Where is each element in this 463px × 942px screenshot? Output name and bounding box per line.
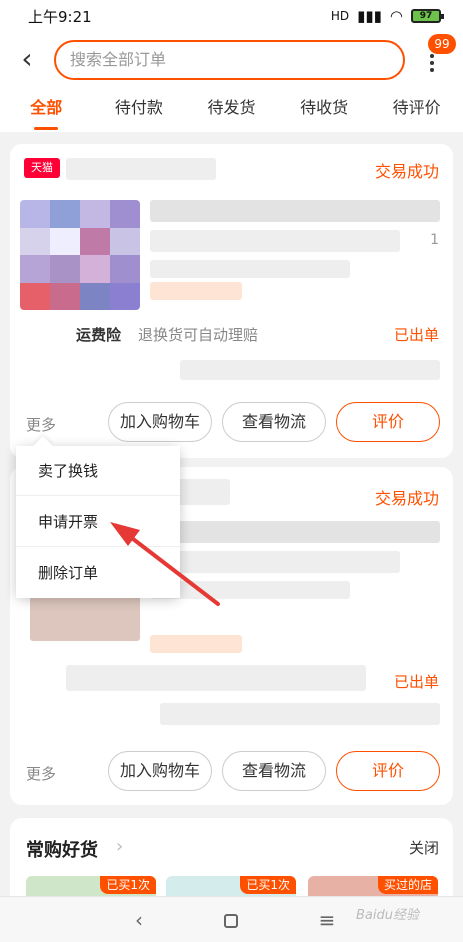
insurance-row-blurred — [66, 665, 366, 691]
add-to-cart-button[interactable]: 加入购物车 — [108, 402, 212, 442]
product-image[interactable] — [20, 200, 140, 310]
message-badge: 99 — [428, 34, 456, 54]
tab-all[interactable]: 全部 — [0, 88, 93, 132]
insurance-status: 已出单 — [393, 326, 439, 344]
shop-name-blurred[interactable] — [66, 158, 216, 180]
order-card[interactable]: 天猫 交易成功 1 运费险 退换货可自动理赔 已出单 更多 加入购物车 查看物流… — [10, 144, 453, 458]
header: ‹ 搜索全部订单 99 — [0, 32, 463, 88]
signal-icon: HD — [330, 9, 350, 23]
tab-pending-payment[interactable]: 待付款 — [93, 88, 186, 132]
order-status: 交易成功 — [374, 489, 439, 508]
chevron-left-icon: ‹ — [21, 42, 33, 75]
more-link[interactable]: 更多 — [26, 763, 56, 784]
menu-item-request-invoice[interactable]: 申请开票 — [16, 497, 180, 547]
menu-item-delete-order[interactable]: 删除订单 — [16, 548, 180, 598]
close-button[interactable]: 关闭 — [409, 837, 439, 858]
review-button[interactable]: 评价 — [336, 402, 440, 442]
back-nav-icon[interactable]: ‹ — [124, 905, 154, 935]
tmall-badge: 天猫 — [24, 158, 60, 178]
chevron-right-icon[interactable]: › — [116, 836, 123, 857]
view-logistics-button[interactable]: 查看物流 — [222, 402, 326, 442]
price-summary-blurred — [180, 360, 440, 380]
section-title[interactable]: 常购好货 — [26, 836, 98, 862]
product-sku-blurred — [150, 581, 350, 599]
add-to-cart-button[interactable]: 加入购物车 — [108, 751, 212, 791]
product-tag-blurred — [150, 635, 242, 653]
review-button[interactable]: 评价 — [336, 751, 440, 791]
wifi-icon: ◠ — [389, 7, 403, 25]
status-icons: HD ▮▮▮ ◠ 97 — [330, 7, 444, 25]
product-quantity: 1 — [430, 232, 439, 248]
purchase-tag: 已买1次 — [240, 876, 296, 894]
battery-icon: 97 — [411, 9, 444, 23]
order-tabs: 全部 待付款 待发货 待收货 待评价 — [0, 88, 463, 132]
home-nav-icon[interactable] — [224, 914, 238, 928]
product-title-blurred — [150, 551, 400, 573]
tab-pending-receipt[interactable]: 待收货 — [278, 88, 371, 132]
order-status: 交易成功 — [374, 162, 439, 181]
product-sku-blurred — [150, 260, 350, 278]
tab-pending-review[interactable]: 待评价 — [370, 88, 463, 132]
insurance-status: 已出单 — [393, 673, 439, 691]
tab-pending-shipment[interactable]: 待发货 — [185, 88, 278, 132]
status-time: 上午9:21 — [28, 7, 92, 26]
product-title-blurred — [150, 521, 440, 543]
recents-nav-icon[interactable]: ≡ — [312, 905, 342, 935]
product-title-blurred — [150, 230, 400, 252]
more-link[interactable]: 更多 — [26, 414, 56, 435]
insurance-label: 运费险 — [76, 326, 122, 344]
back-button[interactable]: ‹ — [14, 44, 40, 76]
view-logistics-button[interactable]: 查看物流 — [222, 751, 326, 791]
more-actions-menu: 卖了换钱 申请开票 删除订单 — [16, 446, 180, 598]
product-title-blurred — [150, 200, 440, 222]
insurance-description: 退换货可自动理赔 — [138, 326, 259, 344]
purchase-tag: 已买1次 — [100, 876, 156, 894]
signal-bars-icon: ▮▮▮ — [357, 7, 382, 25]
purchase-tag: 买过的店 — [377, 876, 438, 894]
status-bar: 上午9:21 HD ▮▮▮ ◠ 97 — [0, 0, 463, 32]
search-input[interactable]: 搜索全部订单 — [54, 40, 405, 80]
price-summary-blurred — [160, 703, 440, 725]
product-tag-blurred — [150, 282, 242, 300]
menu-item-sell[interactable]: 卖了换钱 — [16, 446, 180, 496]
watermark: Baidu经验 — [356, 908, 419, 923]
